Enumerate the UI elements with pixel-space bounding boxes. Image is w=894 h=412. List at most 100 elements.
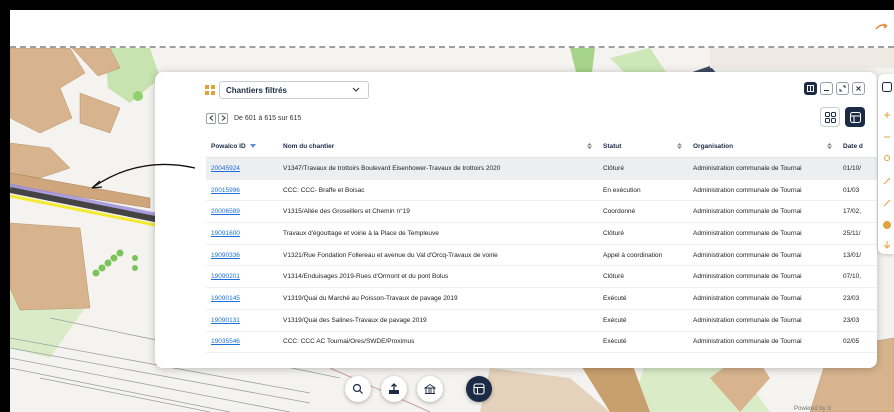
row-id-link[interactable]: 19035546 (206, 331, 278, 354)
table-row[interactable]: 19091600 Travaux d'égouttage et voirie à … (206, 222, 877, 245)
row-nom: CCC: CCC- Braffe et Boisac (278, 179, 598, 202)
row-date: 23/03 (838, 309, 877, 332)
row-date: 01/10/ (838, 157, 877, 180)
table-row[interactable]: 19090201 V1314/Enduisages 2019-Rues d'Orm… (206, 265, 877, 289)
top-bar (10, 10, 894, 48)
dataset-select[interactable]: Chantiers filtrés (219, 81, 369, 99)
row-nom: Travaux d'égouttage et voirie à la Place… (278, 222, 598, 245)
col-powalco-id-label: Powalco ID (211, 142, 246, 150)
row-date: 17/02, (838, 200, 877, 224)
row-date: 02/05 (838, 331, 877, 354)
minimize-icon (824, 90, 829, 91)
measure-icon[interactable] (882, 198, 892, 208)
col-nom-label: Nom du chantier (283, 142, 335, 150)
row-org: Administration communale de Tournai (688, 200, 838, 224)
upload-icon (389, 383, 399, 394)
table-row[interactable]: 20006589 V1315/Allée des Groseillers et C… (206, 200, 877, 224)
row-org: Administration communale de Tournai (688, 265, 838, 289)
row-org: Administration communale de Tournai (688, 287, 838, 310)
table-row[interactable]: 20045924 V1347/Travaux de trottoirs Boule… (206, 157, 877, 180)
chevron-down-icon (352, 87, 360, 92)
col-powalco-id[interactable]: Powalco ID (206, 135, 278, 158)
sort-desc-icon (249, 143, 256, 148)
time-icon[interactable] (882, 220, 892, 230)
next-page-button[interactable] (218, 112, 228, 124)
split-icon (807, 85, 814, 92)
row-nom: V1319/Quai des Salines-Travaux de pavage… (278, 309, 598, 332)
row-id-link[interactable]: 19090145 (206, 287, 278, 310)
row-id-link[interactable]: 20006589 (206, 200, 278, 224)
row-statut: Clôturé (598, 265, 688, 289)
row-statut: Appel à coordination (598, 244, 688, 267)
window-controls (804, 82, 865, 95)
table-row[interactable]: 19035546 CCC: CCC AC Tournai/Ores/SWDE/Pr… (206, 331, 877, 354)
row-org: Administration communale de Tournai (688, 244, 838, 267)
search-icon (352, 383, 363, 394)
table-row[interactable]: 19090336 V1321/Rue Fondation Follereau et… (206, 244, 877, 267)
fit-bounds-icon[interactable] (882, 82, 892, 92)
right-tool-rail (878, 74, 894, 254)
chevron-right-icon (221, 115, 226, 121)
zoom-out-icon[interactable] (882, 132, 892, 142)
close-icon (856, 86, 861, 91)
row-org: Administration communale de Tournai (688, 309, 838, 332)
row-date: 25/11/ (838, 222, 877, 245)
table-row[interactable]: 19090131 V1319/Quai des Salines-Travaux d… (206, 309, 877, 332)
row-statut: Exécuté (598, 287, 688, 310)
building-icon (424, 383, 436, 394)
navigation-arrow-icon[interactable] (874, 20, 888, 34)
sort-icon (587, 143, 592, 149)
col-date[interactable]: Date d (838, 135, 877, 158)
row-nom: V1315/Allée des Groseillers et Chemin n°… (278, 200, 598, 224)
upload-button[interactable] (381, 376, 407, 402)
sort-icon (827, 143, 832, 149)
col-organisation-label: Organisation (693, 142, 734, 150)
expand-icon (839, 85, 846, 92)
building-button[interactable] (417, 376, 443, 402)
zoom-in-icon[interactable] (882, 110, 892, 120)
download-icon[interactable] (882, 240, 892, 250)
col-organisation[interactable]: Organisation (688, 135, 838, 158)
chevron-left-icon (208, 115, 213, 121)
row-date: 13/01/ (838, 244, 877, 267)
row-id-link[interactable]: 20015996 (206, 179, 278, 202)
table-view-button[interactable] (845, 107, 865, 127)
col-date-label: Date d (843, 142, 863, 150)
row-org: Administration communale de Tournai (688, 179, 838, 202)
prev-page-button[interactable] (206, 112, 216, 124)
panel-header: Chantiers filtrés (197, 80, 869, 100)
row-nom: V1314/Enduisages 2019-Rues d'Ormont et d… (278, 265, 598, 289)
row-statut: Coordonné (598, 200, 688, 224)
table-row[interactable]: 20015996 CCC: CCC- Braffe et Boisac En exé… (206, 179, 877, 202)
location-icon[interactable] (882, 154, 892, 164)
col-statut[interactable]: Statut (598, 135, 688, 158)
row-id-link[interactable]: 20045924 (206, 157, 278, 180)
row-nom: V1319/Quai du Marché au Poisson-Travaux … (278, 287, 598, 310)
sites-table: Powalco ID Nom du chantier Statut Organi… (206, 135, 877, 354)
row-date: 01/03 (838, 179, 877, 202)
row-id-link[interactable]: 19090131 (206, 309, 278, 332)
close-button[interactable] (852, 82, 865, 95)
row-id-link[interactable]: 19091600 (206, 222, 278, 245)
grid-view-button[interactable] (820, 107, 840, 127)
col-nom[interactable]: Nom du chantier (278, 135, 598, 158)
row-statut: En exécution (598, 179, 688, 202)
table-row[interactable]: 19090145 V1319/Quai du Marché au Poisson-… (206, 287, 877, 310)
search-button[interactable] (345, 376, 371, 402)
row-id-link[interactable]: 19090336 (206, 244, 278, 267)
col-statut-label: Statut (603, 142, 622, 150)
row-statut: Exécuté (598, 331, 688, 354)
split-view-button[interactable] (804, 82, 817, 95)
row-date: 07/10, (838, 265, 877, 289)
row-statut: Clôturé (598, 222, 688, 245)
dataset-select-label: Chantiers filtrés (226, 85, 287, 95)
minimize-button[interactable] (820, 82, 833, 95)
row-org: Administration communale de Tournai (688, 222, 838, 245)
expand-button[interactable] (836, 82, 849, 95)
powered-by-label: Powered by d (794, 406, 831, 412)
row-id-link[interactable]: 19090201 (206, 265, 278, 289)
pagination-text: De 601 à 615 sur 615 (234, 114, 302, 122)
edit-icon[interactable] (882, 176, 892, 186)
row-nom: V1347/Travaux de trottoirs Boulevard Eis… (278, 157, 598, 180)
table-button[interactable] (466, 376, 492, 402)
